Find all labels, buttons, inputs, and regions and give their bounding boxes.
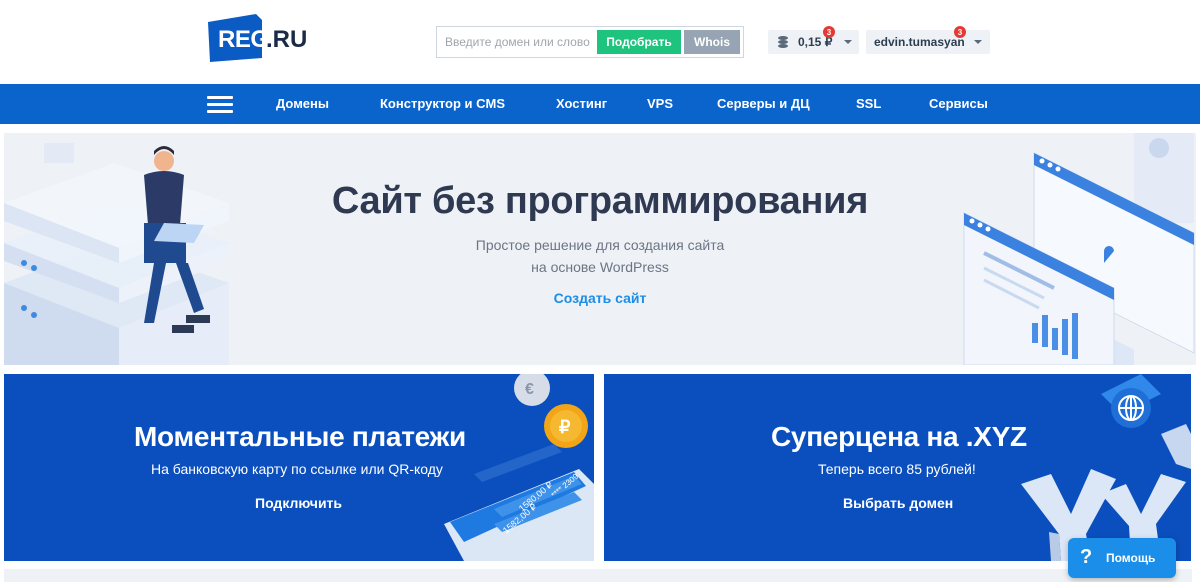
user-notification-badge: 3	[954, 26, 966, 38]
logo-suffix: .RU	[266, 26, 308, 53]
whois-button[interactable]: Whois	[684, 30, 740, 54]
nav-item-servers[interactable]: Серверы и ДЦ	[717, 96, 810, 111]
logo-text: REG	[218, 26, 269, 53]
promo-card-subtitle: Теперь всего 85 рублей!	[818, 461, 976, 477]
balance-dropdown[interactable]: 0,15 ₽	[768, 30, 859, 54]
pick-domain-button[interactable]: Подобрать	[597, 30, 681, 54]
coins-icon	[778, 36, 788, 48]
logo[interactable]: REG .RU	[206, 14, 316, 64]
site-header: REG .RU Подобрать Whois 0,15 ₽ 3 edvin.t…	[0, 0, 1200, 84]
hero-banner[interactable]: Сайт без программирования Простое решени…	[4, 133, 1196, 365]
nav-item-services[interactable]: Сервисы	[929, 96, 988, 111]
user-menu[interactable]: edvin.tumasyan	[866, 30, 990, 54]
user-name: edvin.tumasyan	[874, 35, 965, 49]
promo-card-subtitle: На банковскую карту по ссылке или QR-код…	[151, 461, 443, 477]
question-icon: ?	[1080, 546, 1093, 568]
nav-item-hosting[interactable]: Хостинг	[556, 96, 607, 111]
next-section-edge	[4, 569, 1192, 582]
promo-card-title: Моментальные платежи	[134, 421, 466, 452]
xyz-letters-illustration	[1021, 374, 1191, 561]
balance-notification-badge: 3	[823, 26, 835, 38]
svg-text:€: €	[525, 381, 534, 398]
domain-search-input[interactable]	[441, 31, 593, 53]
promo-card-payments[interactable]: Моментальные платежи На банковскую карту…	[4, 374, 594, 561]
promo-card-xyz[interactable]: Суперцена на .XYZ Теперь всего 85 рублей…	[604, 374, 1191, 561]
help-button[interactable]: ? Помощь	[1068, 538, 1176, 578]
nav-item-vps[interactable]: VPS	[647, 96, 673, 111]
nav-item-domains[interactable]: Домены	[276, 96, 329, 111]
help-label: Помощь	[1106, 551, 1156, 565]
phone-payment-illustration: € ₽ 1580,00 ₽ 1582,00 ₽ **** 2309	[444, 374, 594, 561]
connect-link[interactable]: Подключить	[255, 495, 342, 511]
chevron-down-icon	[974, 40, 982, 44]
domain-search: Подобрать Whois	[436, 26, 744, 58]
website-builder-illustration	[963, 133, 1195, 365]
promo-card-title: Суперцена на .XYZ	[771, 421, 1027, 452]
menu-icon[interactable]	[207, 96, 233, 113]
nav-item-constructor[interactable]: Конструктор и CMS	[380, 96, 505, 111]
choose-domain-link[interactable]: Выбрать домен	[843, 495, 953, 511]
svg-text:₽: ₽	[559, 417, 571, 437]
nav-item-ssl[interactable]: SSL	[856, 96, 881, 111]
main-nav: Домены Конструктор и CMS Хостинг VPS Сер…	[0, 84, 1200, 124]
chevron-down-icon	[844, 40, 852, 44]
